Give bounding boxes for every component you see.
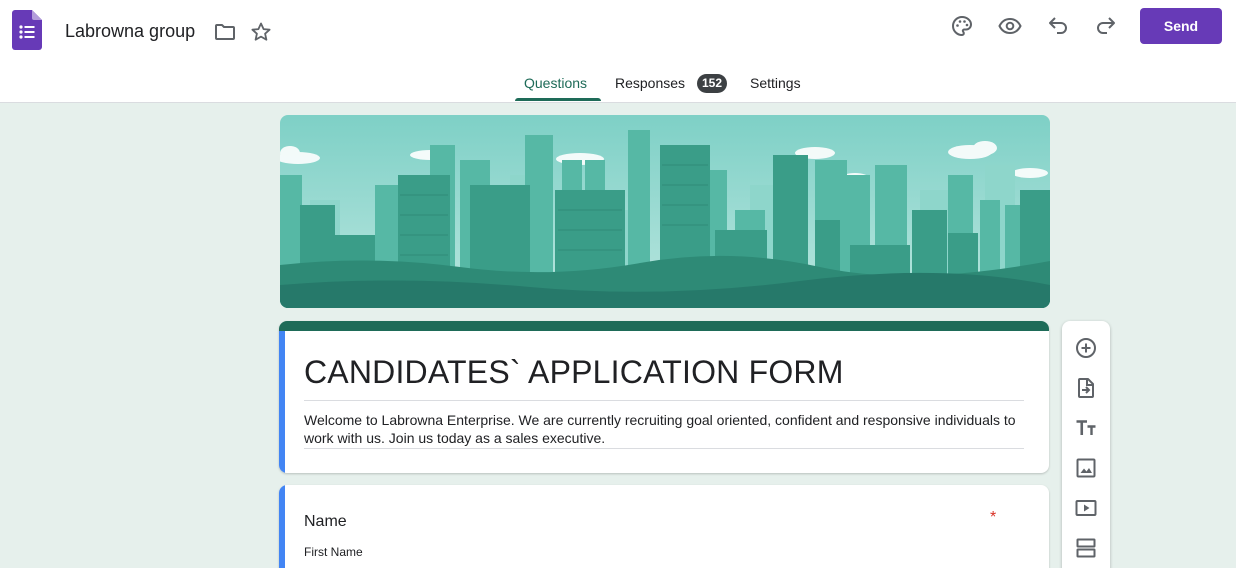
add-image-icon[interactable] [1074,456,1098,480]
import-questions-icon[interactable] [1074,376,1098,400]
add-video-icon[interactable] [1074,496,1098,520]
add-title-icon[interactable] [1074,416,1098,440]
title-divider [304,400,1024,401]
question-title[interactable]: Name [304,513,347,531]
question-card[interactable]: Name * First Name [279,485,1049,568]
palette-icon[interactable] [950,14,974,38]
undo-icon[interactable] [1046,14,1070,38]
question-card-indicator [279,485,285,568]
tab-responses[interactable]: Responses [615,75,685,91]
responses-count-badge: 152 [697,74,727,93]
form-tabs: Questions Responses 152 Settings [0,63,1236,103]
floating-toolbar [1062,321,1110,568]
active-tab-indicator [515,98,601,101]
header-banner-image [280,115,1050,308]
add-section-icon[interactable] [1074,536,1098,560]
send-button[interactable]: Send [1140,8,1222,44]
redo-icon[interactable] [1094,14,1118,38]
add-question-icon[interactable] [1074,336,1098,360]
star-icon[interactable] [249,20,273,44]
tab-questions[interactable]: Questions [524,75,587,91]
folder-icon[interactable] [213,20,237,44]
google-forms-logo-icon[interactable] [12,10,42,50]
question-sub-label: First Name [304,545,363,559]
active-card-indicator [279,331,285,473]
tab-settings[interactable]: Settings [750,75,801,91]
top-header: Labrowna group Send Questions Responses … [0,0,1236,103]
form-title[interactable]: CANDIDATES` APPLICATION FORM [304,354,844,391]
form-title-card[interactable]: CANDIDATES` APPLICATION FORM Welcome to … [279,321,1049,473]
required-asterisk: * [990,509,997,526]
form-description[interactable]: Welcome to Labrowna Enterprise. We are c… [304,411,1024,447]
description-divider [304,448,1024,449]
document-title[interactable]: Labrowna group [65,21,195,42]
preview-icon[interactable] [998,14,1022,38]
theme-color-bar [279,321,1049,331]
